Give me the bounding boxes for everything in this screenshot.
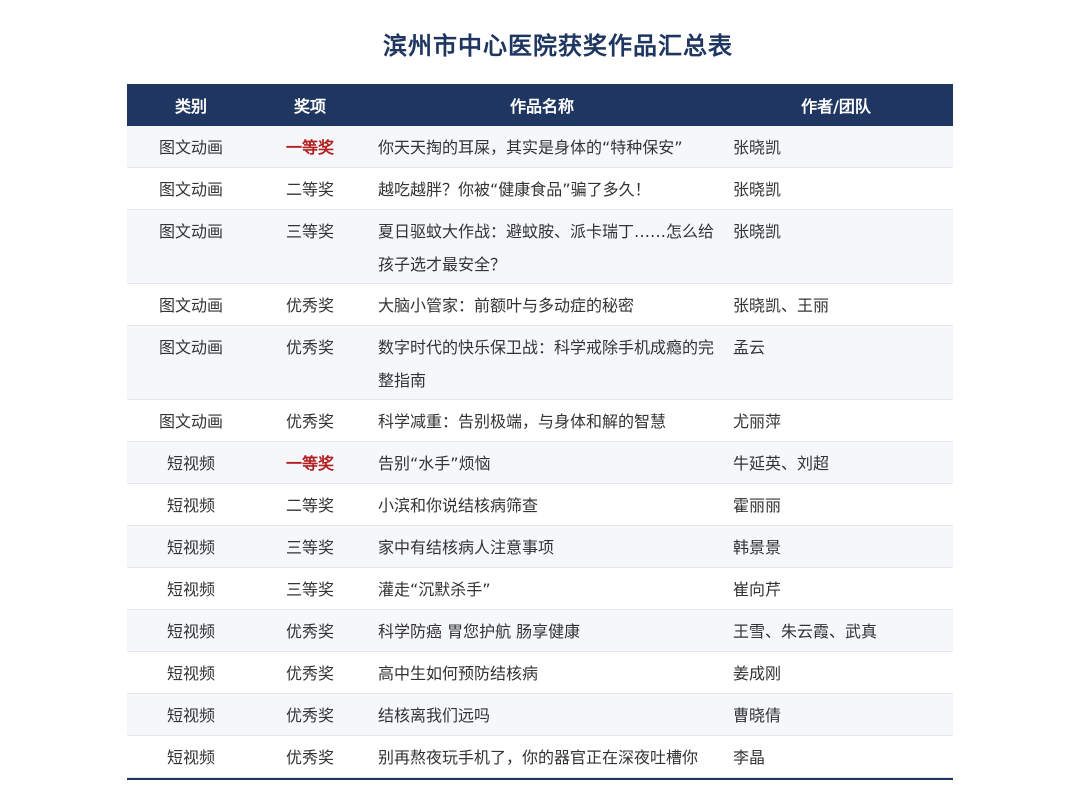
- author-cell: 曹晓倩: [733, 706, 782, 725]
- page-title: 滨州市中心医院获奖作品汇总表: [383, 32, 733, 60]
- table-row: 短视频 优秀奖 结核离我们远吗 曹晓倩: [127, 694, 953, 736]
- header-work-title: 作品名称: [509, 97, 574, 116]
- award-cell: 二等奖: [285, 496, 334, 515]
- work-title-cell: 越吃越胖？你被“健康食品”骗了多久！: [378, 180, 651, 199]
- table-row: 图文动画 优秀奖 数字时代的快乐保卫战：科学戒除手机成瘾的完整指南 孟云: [127, 326, 953, 400]
- category-cell: 图文动画: [158, 296, 223, 315]
- work-title-cell: 科学防癌 胃您护航 肠享健康: [378, 622, 581, 641]
- category-cell: 短视频: [166, 496, 215, 515]
- work-title-cell: 别再熬夜玩手机了，你的器官正在深夜吐槽你: [378, 748, 699, 767]
- header-author: 作者/团队: [801, 97, 871, 116]
- category-cell: 短视频: [166, 622, 215, 641]
- table-body: 图文动画 一等奖 你天天掏的耳屎，其实是身体的“特种保安” 张晓凯 图文动画 二等奖 越吃越…: [127, 126, 953, 778]
- award-cell: 二等奖: [285, 180, 334, 199]
- table-row: 图文动画 一等奖 你天天掏的耳屎，其实是身体的“特种保安” 张晓凯: [127, 126, 953, 168]
- header-award: 奖项: [293, 97, 326, 116]
- category-cell: 图文动画: [158, 222, 223, 241]
- author-cell: 崔向芹: [733, 580, 782, 599]
- table-row: 图文动画 二等奖 越吃越胖？你被“健康食品”骗了多久！ 张晓凯: [127, 168, 953, 210]
- author-cell: 姜成刚: [733, 664, 782, 683]
- awards-table: 类别 奖项 作品名称 作者/团队 图文动画 一等奖 你天天掏的耳屎，其实是身体的“特…: [127, 84, 953, 780]
- table-row: 短视频 三等奖 灌走“沉默杀手” 崔向芹: [127, 568, 953, 610]
- award-cell: 三等奖: [285, 580, 334, 599]
- author-cell: 张晓凯: [733, 180, 782, 199]
- author-cell: 张晓凯: [733, 138, 782, 157]
- award-cell: 优秀奖: [285, 748, 334, 767]
- category-cell: 短视频: [166, 454, 215, 473]
- category-cell: 短视频: [166, 538, 215, 557]
- table-row: 短视频 三等奖 家中有结核病人注意事项 韩景景: [127, 526, 953, 568]
- author-cell: 李晶: [733, 748, 766, 767]
- category-cell: 图文动画: [158, 138, 223, 157]
- header-category: 类别: [174, 97, 207, 116]
- work-title-cell: 结核离我们远吗: [378, 706, 491, 725]
- award-cell: 优秀奖: [285, 706, 334, 725]
- category-cell: 图文动画: [158, 180, 223, 199]
- category-cell: 短视频: [166, 748, 215, 767]
- table-row: 短视频 优秀奖 高中生如何预防结核病 姜成刚: [127, 652, 953, 694]
- author-cell: 孟云: [733, 338, 766, 357]
- category-cell: 图文动画: [158, 412, 223, 431]
- award-cell: 优秀奖: [285, 622, 334, 641]
- author-cell: 张晓凯、王丽: [733, 296, 830, 315]
- author-cell: 韩景景: [733, 538, 782, 557]
- work-title-cell: 告别“水手”烦恼: [378, 454, 491, 473]
- category-cell: 短视频: [166, 664, 215, 683]
- category-cell: 图文动画: [158, 338, 223, 357]
- award-cell: 优秀奖: [285, 664, 334, 683]
- table-row: 短视频 优秀奖 科学防癌 胃您护航 肠享健康 王雪、朱云霞、武真: [127, 610, 953, 652]
- award-cell: 三等奖: [285, 222, 334, 241]
- author-cell: 霍丽丽: [733, 496, 782, 515]
- award-cell: 一等奖: [285, 138, 334, 157]
- work-title-cell: 家中有结核病人注意事项: [378, 538, 555, 557]
- work-title-cell: 小滨和你说结核病筛查: [378, 496, 539, 515]
- work-title-cell: 灌走“沉默杀手”: [378, 580, 491, 599]
- category-cell: 短视频: [166, 706, 215, 725]
- table-row: 图文动画 三等奖 夏日驱蚊大作战：避蚊胺、派卡瑞丁……怎么给孩子选才最安全？ 张晓凯: [127, 210, 953, 284]
- work-title-cell: 高中生如何预防结核病: [378, 664, 539, 683]
- table-row: 短视频 一等奖 告别“水手”烦恼 牛延英、刘超: [127, 442, 953, 484]
- table-row: 短视频 优秀奖 别再熬夜玩手机了，你的器官正在深夜吐槽你 李晶: [127, 736, 953, 778]
- author-cell: 张晓凯: [733, 222, 782, 241]
- table-row: 图文动画 优秀奖 科学减重：告别极端，与身体和解的智慧 尤丽萍: [127, 400, 953, 442]
- work-title-cell: 大脑小管家：前额叶与多动症的秘密: [378, 296, 635, 315]
- work-title-cell: 夏日驱蚊大作战：避蚊胺、派卡瑞丁……怎么给孩子选才最安全？: [378, 222, 715, 274]
- award-cell: 优秀奖: [285, 412, 334, 431]
- work-title-cell: 数字时代的快乐保卫战：科学戒除手机成瘾的完整指南: [378, 338, 715, 390]
- award-cell: 优秀奖: [285, 338, 334, 357]
- table-header: 类别 奖项 作品名称 作者/团队: [127, 84, 953, 126]
- work-title-cell: 你天天掏的耳屎，其实是身体的“特种保安”: [378, 138, 683, 157]
- category-cell: 短视频: [166, 580, 215, 599]
- table-row: 短视频 二等奖 小滨和你说结核病筛查 霍丽丽: [127, 484, 953, 526]
- award-cell: 三等奖: [285, 538, 334, 557]
- author-cell: 牛延英、刘超: [733, 454, 830, 473]
- table-row: 图文动画 优秀奖 大脑小管家：前额叶与多动症的秘密 张晓凯、王丽: [127, 284, 953, 326]
- author-cell: 王雪、朱云霞、武真: [733, 622, 878, 641]
- award-cell: 优秀奖: [285, 296, 334, 315]
- author-cell: 尤丽萍: [733, 412, 782, 431]
- award-cell: 一等奖: [285, 454, 334, 473]
- work-title-cell: 科学减重：告别极端，与身体和解的智慧: [378, 412, 667, 431]
